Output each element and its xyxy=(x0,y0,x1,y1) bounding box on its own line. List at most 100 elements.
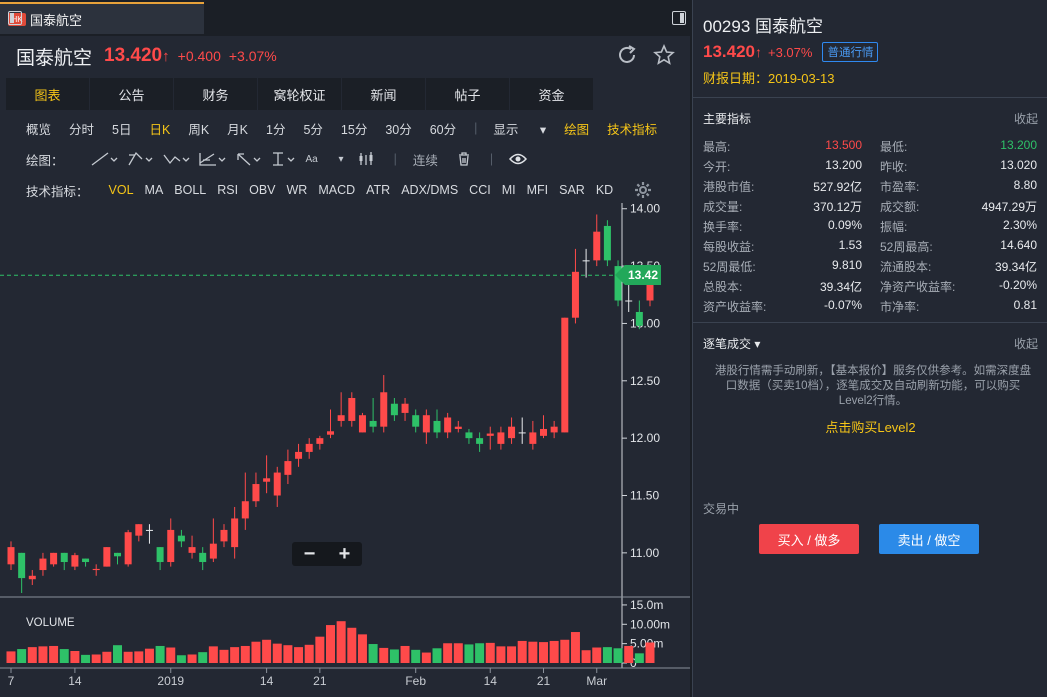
ticks-collapse-link[interactable]: 收起 xyxy=(1014,335,1038,352)
refresh-icon[interactable] xyxy=(616,44,638,66)
indicator-7[interactable]: ATR xyxy=(366,183,390,197)
indicator-1[interactable]: MA xyxy=(145,183,164,197)
indicator-2[interactable]: BOLL xyxy=(174,183,206,197)
tab-5[interactable]: 帖子 xyxy=(426,78,509,110)
quote-type-badge[interactable]: 普通行情 xyxy=(822,42,879,62)
buy-level2-link[interactable]: 点击购买Level2 xyxy=(693,417,1047,436)
metric-row: 换手率: 0.09% 振幅: 2.30% xyxy=(703,216,1038,236)
volume-bar xyxy=(91,654,101,663)
sell-button[interactable]: 卖出 / 做空 xyxy=(879,524,979,554)
time-tick-label: 21 xyxy=(537,674,551,688)
favorite-star-icon[interactable] xyxy=(653,44,675,66)
collapse-left-panel-icon[interactable] xyxy=(8,11,22,25)
quote-panel: 00293 国泰航空 13.420↑ +3.07% 普通行情 财报日期：2019… xyxy=(692,0,1047,697)
tab-1[interactable]: 公告 xyxy=(90,78,173,110)
metric-cell: 今开: 13.200 xyxy=(703,158,870,175)
tab-3[interactable]: 窝轮权证 xyxy=(258,78,341,110)
candle-body xyxy=(550,426,558,433)
volume-bar xyxy=(315,636,325,663)
tab-2[interactable]: 财务 xyxy=(174,78,257,110)
settings-gear-icon[interactable] xyxy=(634,181,652,199)
metric-cell: 52周最低: 9.810 xyxy=(703,258,870,275)
period-8[interactable]: 15分 xyxy=(341,119,367,138)
trash-icon[interactable] xyxy=(456,151,472,167)
metrics-header: 主要指标 收起 xyxy=(703,110,1038,127)
volume-bar xyxy=(176,655,186,663)
eye-icon[interactable] xyxy=(509,152,528,166)
period-1[interactable]: 分时 xyxy=(69,119,94,138)
indicator-0[interactable]: VOL xyxy=(109,183,134,197)
period-4[interactable]: 周K xyxy=(188,119,209,138)
tab-4[interactable]: 新闻 xyxy=(342,78,425,110)
metrics-collapse-link[interactable]: 收起 xyxy=(1014,110,1038,127)
metric-value: 4947.29万 xyxy=(981,199,1037,214)
candlestick-chart[interactable]: 14.0013.5013.0012.5012.0011.5011.0015.0m… xyxy=(0,203,690,693)
metric-cell: 振幅: 2.30% xyxy=(870,218,1037,235)
candle-body xyxy=(284,461,292,475)
price-tick-label: 11.00 xyxy=(630,546,659,560)
volume-bar xyxy=(645,642,655,663)
indicator-4[interactable]: OBV xyxy=(249,183,275,197)
metric-label: 成交量: xyxy=(703,199,743,214)
text-tool-icon[interactable]: Aa ▾ xyxy=(306,154,344,165)
metric-label: 市净率: xyxy=(880,299,920,314)
candle-body xyxy=(518,432,526,434)
display-menu[interactable]: 显示 ▾ xyxy=(493,119,546,138)
volume-bar xyxy=(368,644,378,663)
period-5[interactable]: 月K xyxy=(227,119,248,138)
indicator-6[interactable]: MACD xyxy=(318,183,355,197)
candle-body xyxy=(273,472,281,496)
candle-body xyxy=(476,438,484,444)
metric-value: 13.020 xyxy=(1000,157,1037,172)
measure-tool-icon[interactable] xyxy=(270,151,300,167)
period-3[interactable]: 日K xyxy=(149,119,170,138)
volume-bar xyxy=(166,647,176,663)
zoom-out-button[interactable]: − xyxy=(292,542,327,566)
separator: | xyxy=(489,152,494,166)
zoom-in-button[interactable]: + xyxy=(327,542,362,566)
indicator-10[interactable]: MI xyxy=(502,183,516,197)
volume-bar xyxy=(475,643,485,663)
period-9[interactable]: 30分 xyxy=(385,119,411,138)
candle-style-icon[interactable] xyxy=(358,151,376,167)
indicators-toggle[interactable]: 技术指标 xyxy=(607,119,657,138)
line-tool-icon[interactable] xyxy=(90,151,120,167)
buy-button[interactable]: 买入 / 做多 xyxy=(759,524,859,554)
period-6[interactable]: 1分 xyxy=(266,119,285,138)
metric-cell: 净资产收益率: -0.20% xyxy=(870,278,1037,295)
volume-bar xyxy=(49,645,59,663)
indicator-5[interactable]: WR xyxy=(287,183,308,197)
tab-0[interactable]: 图表 xyxy=(6,78,89,110)
collapse-right-panel-icon[interactable] xyxy=(672,11,686,25)
time-tick-label: 2019 xyxy=(157,674,184,688)
fibonacci-tool-icon[interactable] xyxy=(198,151,228,167)
metric-cell: 市净率: 0.81 xyxy=(870,298,1037,315)
continuous-draw-toggle[interactable]: 连续 xyxy=(413,150,438,169)
period-7[interactable]: 5分 xyxy=(303,119,322,138)
volume-bar xyxy=(283,645,293,663)
indicator-12[interactable]: SAR xyxy=(559,183,585,197)
volume-bar xyxy=(240,645,250,663)
ticks-title-dropdown[interactable]: 逐笔成交 ▾ xyxy=(703,335,760,352)
pattern-tool-icon[interactable] xyxy=(162,151,192,167)
candle-body xyxy=(337,415,345,421)
candle-body xyxy=(50,552,58,565)
channel-tool-icon[interactable] xyxy=(126,151,156,167)
indicator-9[interactable]: CCI xyxy=(469,183,491,197)
candle-body xyxy=(508,426,516,439)
period-10[interactable]: 60分 xyxy=(430,119,456,138)
arrow-tool-icon[interactable] xyxy=(234,151,264,167)
indicator-3[interactable]: RSI xyxy=(217,183,238,197)
period-2[interactable]: 5日 xyxy=(112,119,131,138)
stock-tab[interactable]: HK 国泰航空 xyxy=(0,2,204,34)
indicator-8[interactable]: ADX/DMS xyxy=(401,183,458,197)
indicator-11[interactable]: MFI xyxy=(527,183,549,197)
candle-body xyxy=(7,547,15,565)
draw-toggle[interactable]: 绘图 xyxy=(564,119,589,138)
indicator-toolbar: 技术指标： VOL MA BOLL RSI OBV WR MACD ATR ADX/DMS CCI… xyxy=(26,180,652,200)
period-0[interactable]: 概览 xyxy=(26,119,51,138)
candle-body xyxy=(454,426,462,429)
tab-6[interactable]: 资金 xyxy=(510,78,593,110)
report-date: 财报日期：2019-03-13 xyxy=(703,71,835,86)
indicator-13[interactable]: KD xyxy=(596,183,613,197)
